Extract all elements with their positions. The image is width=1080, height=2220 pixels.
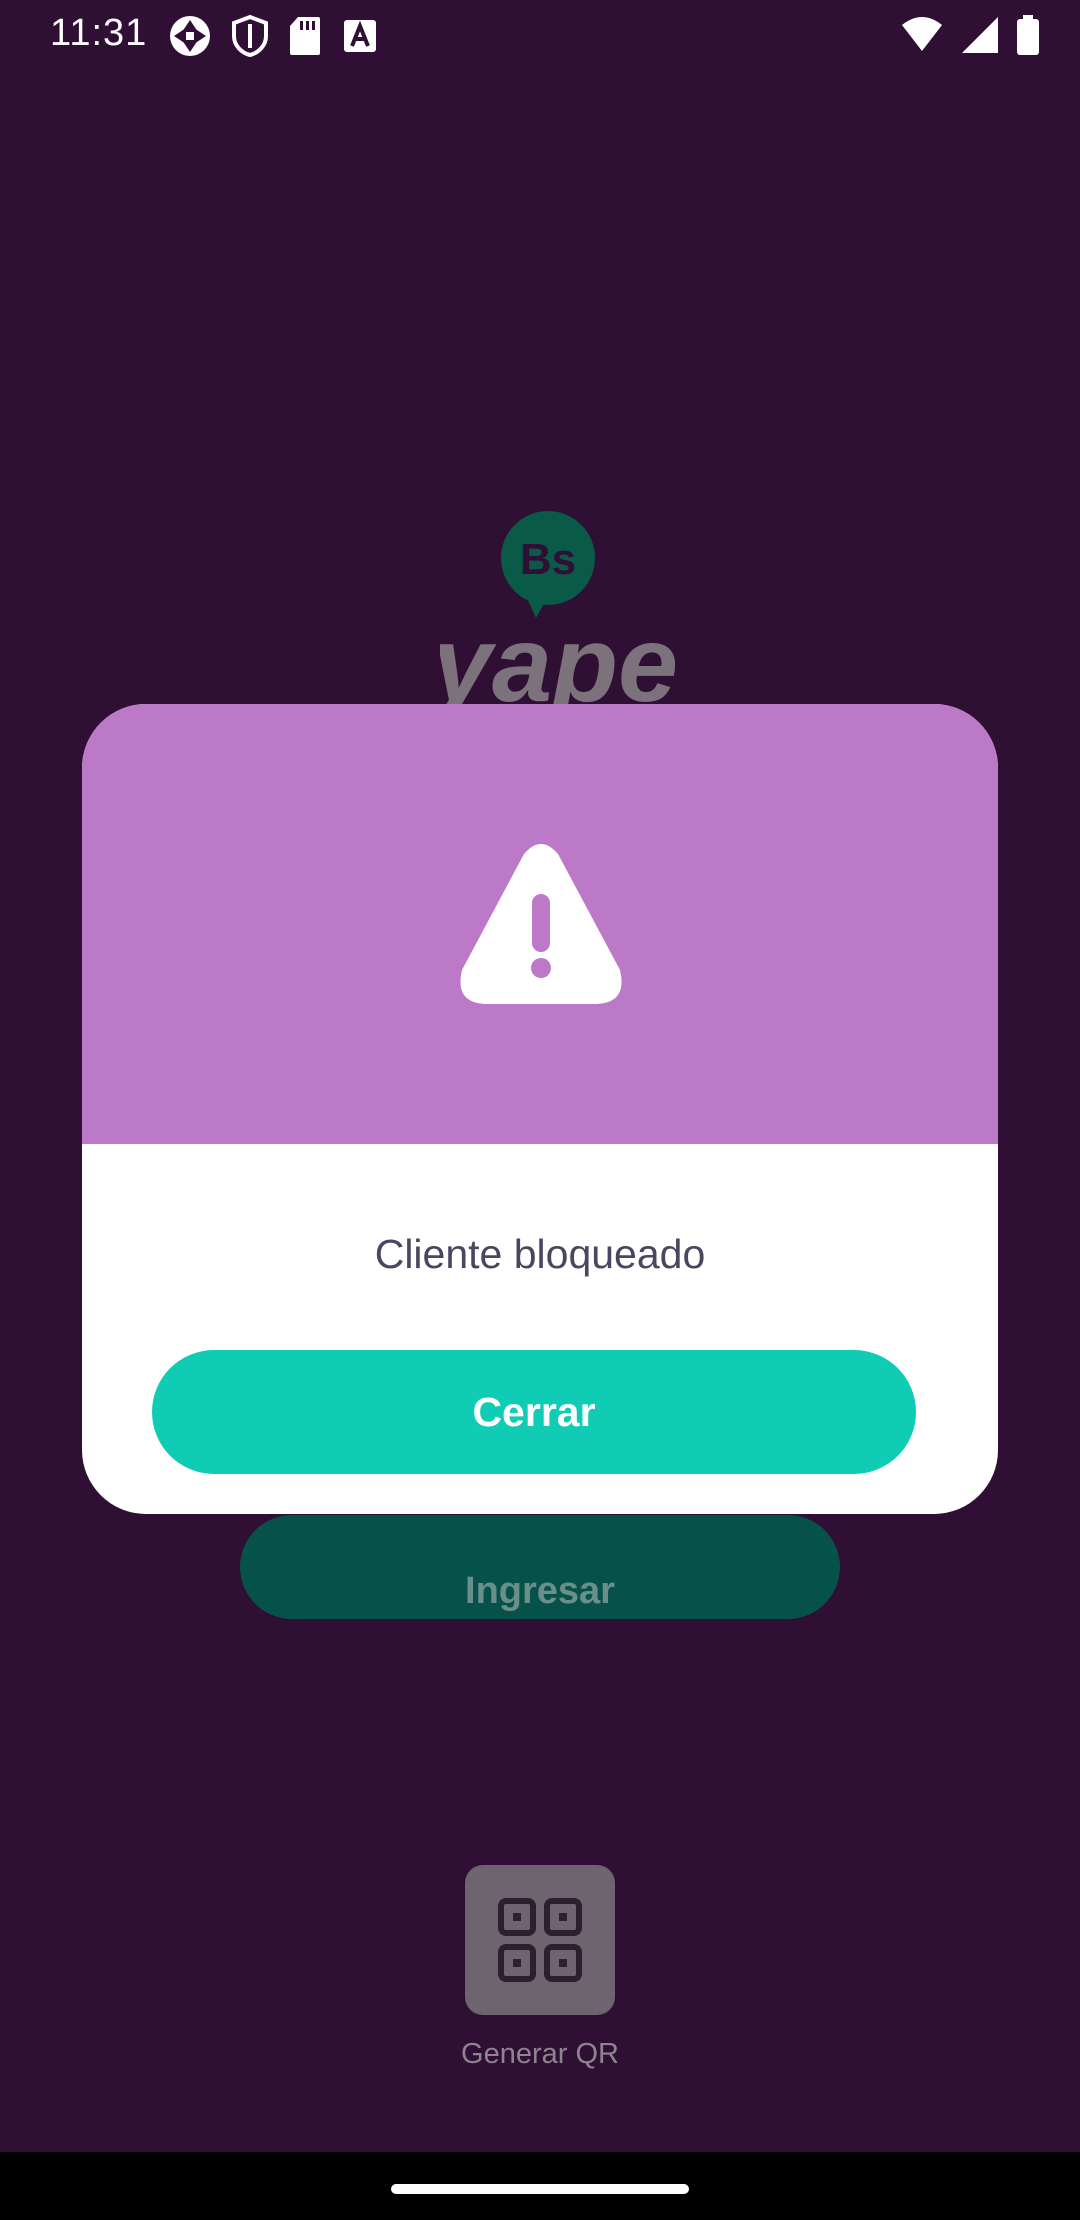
generate-qr-label: Generar QR [461,2038,619,2070]
screen: 11:31 Bs yape Ingresar Generar QR Client… [0,0,1080,2220]
dialog-header [82,704,998,1144]
logo-badge-text: Bs [520,535,576,584]
status-time: 11:31 [50,12,148,54]
home-gesture-handle[interactable] [391,2184,689,2194]
battery-icon [1016,14,1040,61]
sd-card-icon [288,14,322,63]
login-button-label: Ingresar [465,1570,615,1612]
qr-grid-icon [498,1898,582,1987]
blocked-client-dialog: Cliente bloqueado Cerrar [82,704,998,1514]
camera-aperture-icon [168,14,212,63]
logo-wordmark: yape [440,603,678,706]
yape-logo: Bs yape [427,506,680,724]
status-icons-right [900,14,1040,61]
status-bar: 11:31 [0,0,1080,66]
warning-triangle-icon [456,840,626,1010]
cellular-signal-icon [960,15,1000,60]
wifi-icon [900,15,944,60]
close-button[interactable]: Cerrar [152,1350,916,1474]
shield-icon [230,14,270,63]
generate-qr-button[interactable] [465,1865,615,2015]
status-icons-left [168,14,380,63]
dialog-message: Cliente bloqueado [374,1231,706,1277]
text-a-icon [340,14,380,63]
login-button[interactable]: Ingresar [240,1515,840,1619]
